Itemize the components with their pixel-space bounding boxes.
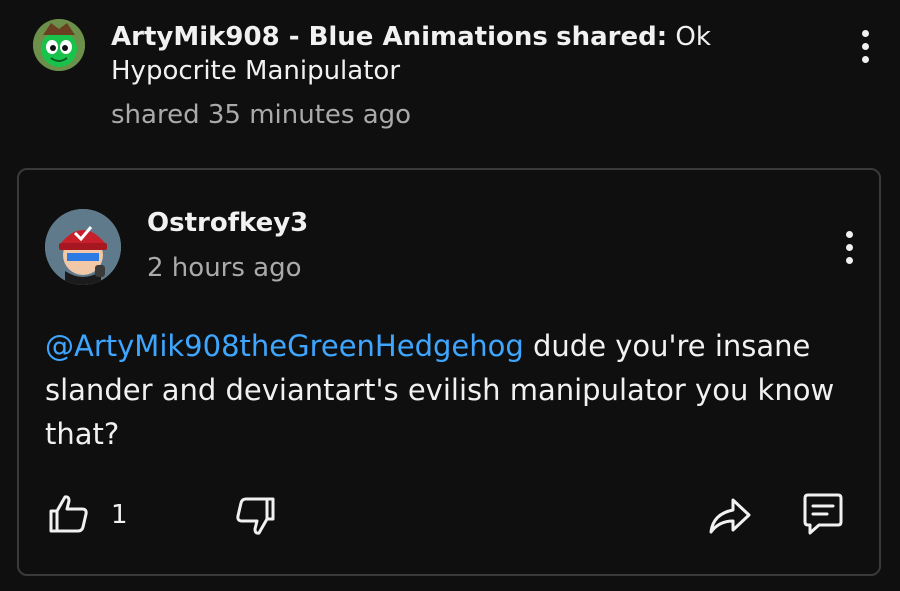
post-header: ArtyMik908 - Blue Animations shared: Ok … — [0, 0, 900, 160]
post-title: ArtyMik908 - Blue Animations shared: Ok … — [111, 20, 791, 88]
comment-author[interactable]: Ostrofkey3 — [147, 206, 308, 240]
commenter-avatar[interactable] — [45, 209, 121, 285]
comment-mention[interactable]: @ArtyMik908theGreenHedgehog — [45, 329, 524, 363]
channel-avatar[interactable] — [33, 19, 85, 71]
like-count: 1 — [111, 500, 128, 530]
thumb-down-icon — [236, 497, 275, 535]
like-button[interactable] — [45, 490, 93, 538]
post-author[interactable]: ArtyMik908 - Blue Animations — [111, 22, 548, 52]
comment-card: Ostrofkey3 2 hours ago @ArtyMik908theGre… — [17, 168, 881, 576]
post-action: shared: — [556, 22, 668, 52]
thumb-up-icon — [49, 495, 88, 533]
share-button[interactable] — [705, 492, 753, 540]
post-timestamp: shared 35 minutes ago — [111, 100, 412, 130]
comment-text: @ArtyMik908theGreenHedgehog dude you're … — [45, 324, 845, 456]
reply-button[interactable] — [799, 490, 847, 538]
comment-timestamp: 2 hours ago — [147, 253, 302, 283]
dislike-button[interactable] — [231, 492, 279, 540]
comment-icon — [803, 493, 843, 535]
share-icon — [709, 498, 751, 534]
more-vert-icon[interactable] — [837, 223, 861, 271]
more-vert-icon[interactable] — [853, 22, 877, 70]
